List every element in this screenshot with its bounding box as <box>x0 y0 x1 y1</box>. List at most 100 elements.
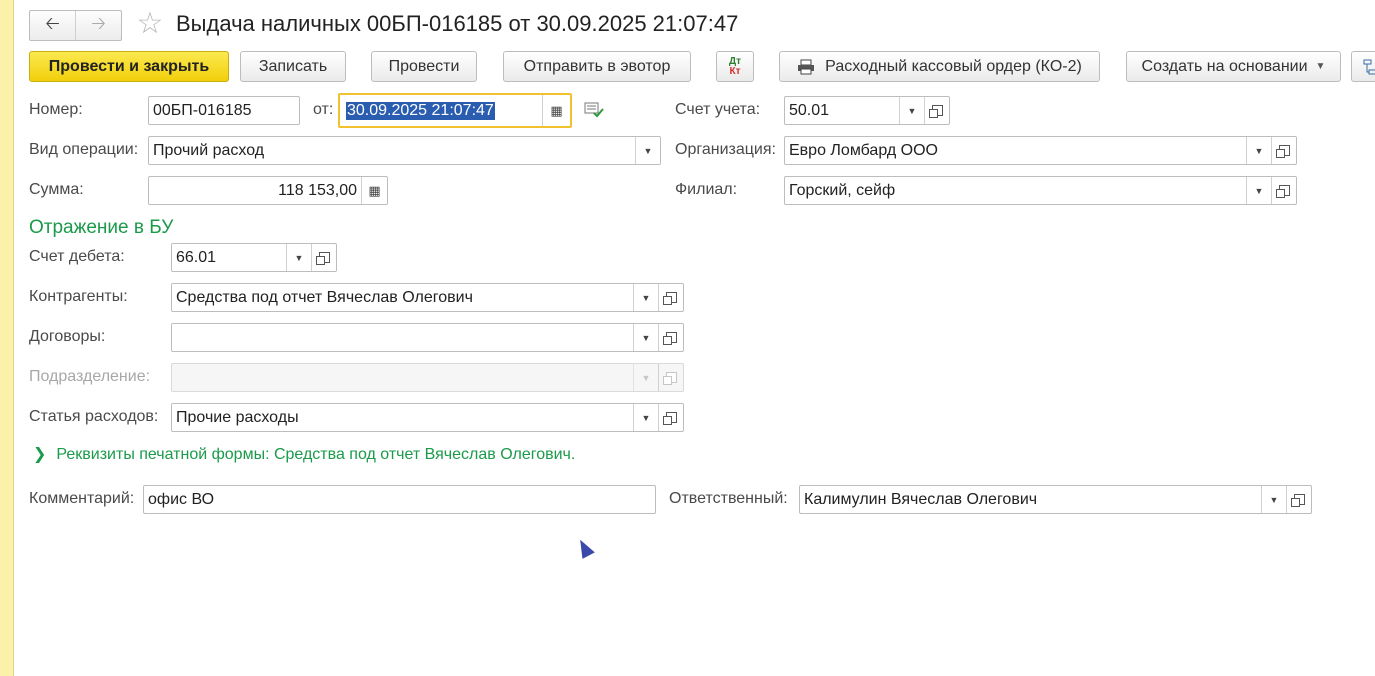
branch-value: Горский, сейф <box>789 181 896 199</box>
responsible-field[interactable]: Калимулин Вячеслав Олегович ▼ <box>799 485 1312 514</box>
mouse-cursor-icon <box>574 536 595 559</box>
dropdown-arrow-icon[interactable]: ▼ <box>286 244 311 271</box>
print-requisites-toggle[interactable]: ❯ Реквизиты печатной формы: Средства под … <box>33 444 575 464</box>
page-title: Выдача наличных 00БП-016185 от 30.09.202… <box>176 11 739 36</box>
responsible-value: Калимулин Вячеслав Олегович <box>804 490 1038 508</box>
sum-field[interactable]: 118 153,00 ▦ <box>148 176 388 205</box>
send-evotor-button[interactable]: Отправить в эвотор <box>503 51 691 82</box>
dropdown-arrow-icon[interactable]: ▼ <box>899 97 924 124</box>
dt-label: Дт <box>728 55 742 67</box>
contractors-label: Контрагенты: <box>29 288 128 305</box>
branch-field[interactable]: Горский, сейф ▼ <box>784 176 1297 205</box>
open-button[interactable] <box>658 284 683 311</box>
navigation-group: 🡠 🡢 <box>29 10 122 41</box>
division-label: Подразделение: <box>29 368 151 385</box>
contracts-field[interactable]: ▼ <box>171 323 684 352</box>
section-title-bu: Отражение в БУ <box>29 217 174 238</box>
open-button[interactable] <box>1271 137 1296 164</box>
number-value: 00БП-016185 <box>153 101 252 119</box>
account-value: 50.01 <box>789 101 830 119</box>
debit-account-field[interactable]: 66.01 ▼ <box>171 243 337 272</box>
forward-button[interactable]: 🡢 <box>75 11 121 40</box>
operation-field[interactable]: Прочий расход ▼ <box>148 136 661 165</box>
open-button[interactable] <box>1271 177 1296 204</box>
open-button[interactable] <box>658 404 683 431</box>
organization-label: Организация: <box>675 141 776 158</box>
post-and-close-button[interactable]: Провести и закрыть <box>29 51 229 82</box>
hierarchy-icon <box>1363 59 1375 74</box>
create-based-on-label: Создать на основании <box>1141 57 1308 75</box>
debit-account-label: Счет дебета: <box>29 248 125 265</box>
sum-label: Сумма: <box>29 181 84 198</box>
expense-item-value: Прочие расходы <box>176 408 299 426</box>
contractors-value: Средства под отчет Вячеслав Олегович <box>176 288 473 306</box>
arrow-left-icon: 🡠 <box>45 12 60 33</box>
contracts-label: Договоры: <box>29 328 106 345</box>
dt-kt-button[interactable]: Дт Кт <box>716 51 754 82</box>
open-icon <box>1275 145 1290 158</box>
number-label: Номер: <box>29 101 83 118</box>
debit-account-value: 66.01 <box>176 248 217 266</box>
open-icon <box>662 412 677 425</box>
account-field[interactable]: 50.01 ▼ <box>784 96 950 125</box>
print-order-button[interactable]: Расходный кассовый ордер (КО-2) <box>779 51 1100 82</box>
open-icon <box>662 332 677 345</box>
print-order-label: Расходный кассовый ордер (КО-2) <box>825 57 1082 75</box>
arrow-right-icon: 🡢 <box>91 12 106 33</box>
dropdown-arrow-icon[interactable]: ▼ <box>633 324 658 351</box>
open-icon <box>315 252 330 265</box>
sum-value: 118 153,00 <box>278 181 357 199</box>
kt-label: Кт <box>729 65 741 77</box>
printer-icon <box>798 59 815 74</box>
calendar-icon[interactable]: ▦ <box>542 95 570 126</box>
number-field[interactable]: 00БП-016185 <box>148 96 300 125</box>
open-icon <box>928 105 943 118</box>
post-status-icon[interactable] <box>584 102 604 118</box>
open-icon <box>662 372 677 385</box>
create-based-on-button[interactable]: Создать на основании ▼ <box>1126 51 1341 82</box>
responsible-label: Ответственный: <box>669 490 788 507</box>
organization-field[interactable]: Евро Ломбард ООО ▼ <box>784 136 1297 165</box>
comment-label: Комментарий: <box>29 490 135 507</box>
account-label: Счет учета: <box>675 101 761 118</box>
comment-field[interactable]: офис ВО <box>143 485 656 514</box>
dropdown-arrow-icon[interactable]: ▼ <box>1261 486 1286 513</box>
date-field[interactable]: 30.09.2025 21:07:47 ▦ <box>338 93 572 128</box>
dt-kt-icon: Дт Кт <box>728 55 742 77</box>
save-button[interactable]: Записать <box>240 51 346 82</box>
open-icon <box>1275 185 1290 198</box>
date-label: от: <box>313 101 334 118</box>
open-icon <box>1290 494 1305 507</box>
operation-value: Прочий расход <box>153 141 265 159</box>
print-requisites-label: Реквизиты печатной формы: Средства под о… <box>56 446 576 463</box>
dropdown-arrow-icon[interactable]: ▼ <box>1246 177 1271 204</box>
expense-item-label: Статья расходов: <box>29 408 159 425</box>
dropdown-arrow-icon[interactable]: ▼ <box>1246 137 1271 164</box>
contractors-field[interactable]: Средства под отчет Вячеслав Олегович ▼ <box>171 283 684 312</box>
chevron-right-icon: ❯ <box>33 446 47 463</box>
calculator-icon[interactable]: ▦ <box>361 177 387 204</box>
operation-label: Вид операции: <box>29 141 139 158</box>
division-field: ▼ <box>171 363 684 392</box>
post-button[interactable]: Провести <box>371 51 477 82</box>
dropdown-arrow-icon[interactable]: ▼ <box>635 137 660 164</box>
branch-label: Филиал: <box>675 181 738 198</box>
date-value: 30.09.2025 21:07:47 <box>346 101 495 120</box>
open-button[interactable] <box>1286 486 1311 513</box>
dropdown-arrow-icon[interactable]: ▼ <box>633 404 658 431</box>
open-button[interactable] <box>311 244 336 271</box>
back-button[interactable]: 🡠 <box>30 11 75 40</box>
open-button[interactable] <box>658 324 683 351</box>
chevron-down-icon: ▼ <box>1315 61 1326 72</box>
left-panel-strip <box>0 0 14 676</box>
structure-button[interactable] <box>1351 51 1375 82</box>
open-icon <box>662 292 677 305</box>
open-button <box>658 364 683 391</box>
open-button[interactable] <box>924 97 949 124</box>
dropdown-arrow-icon: ▼ <box>633 364 658 391</box>
comment-value: офис ВО <box>148 490 215 508</box>
dropdown-arrow-icon[interactable]: ▼ <box>633 284 658 311</box>
expense-item-field[interactable]: Прочие расходы ▼ <box>171 403 684 432</box>
organization-value: Евро Ломбард ООО <box>789 141 938 159</box>
star-icon[interactable]: ☆ <box>134 8 166 40</box>
